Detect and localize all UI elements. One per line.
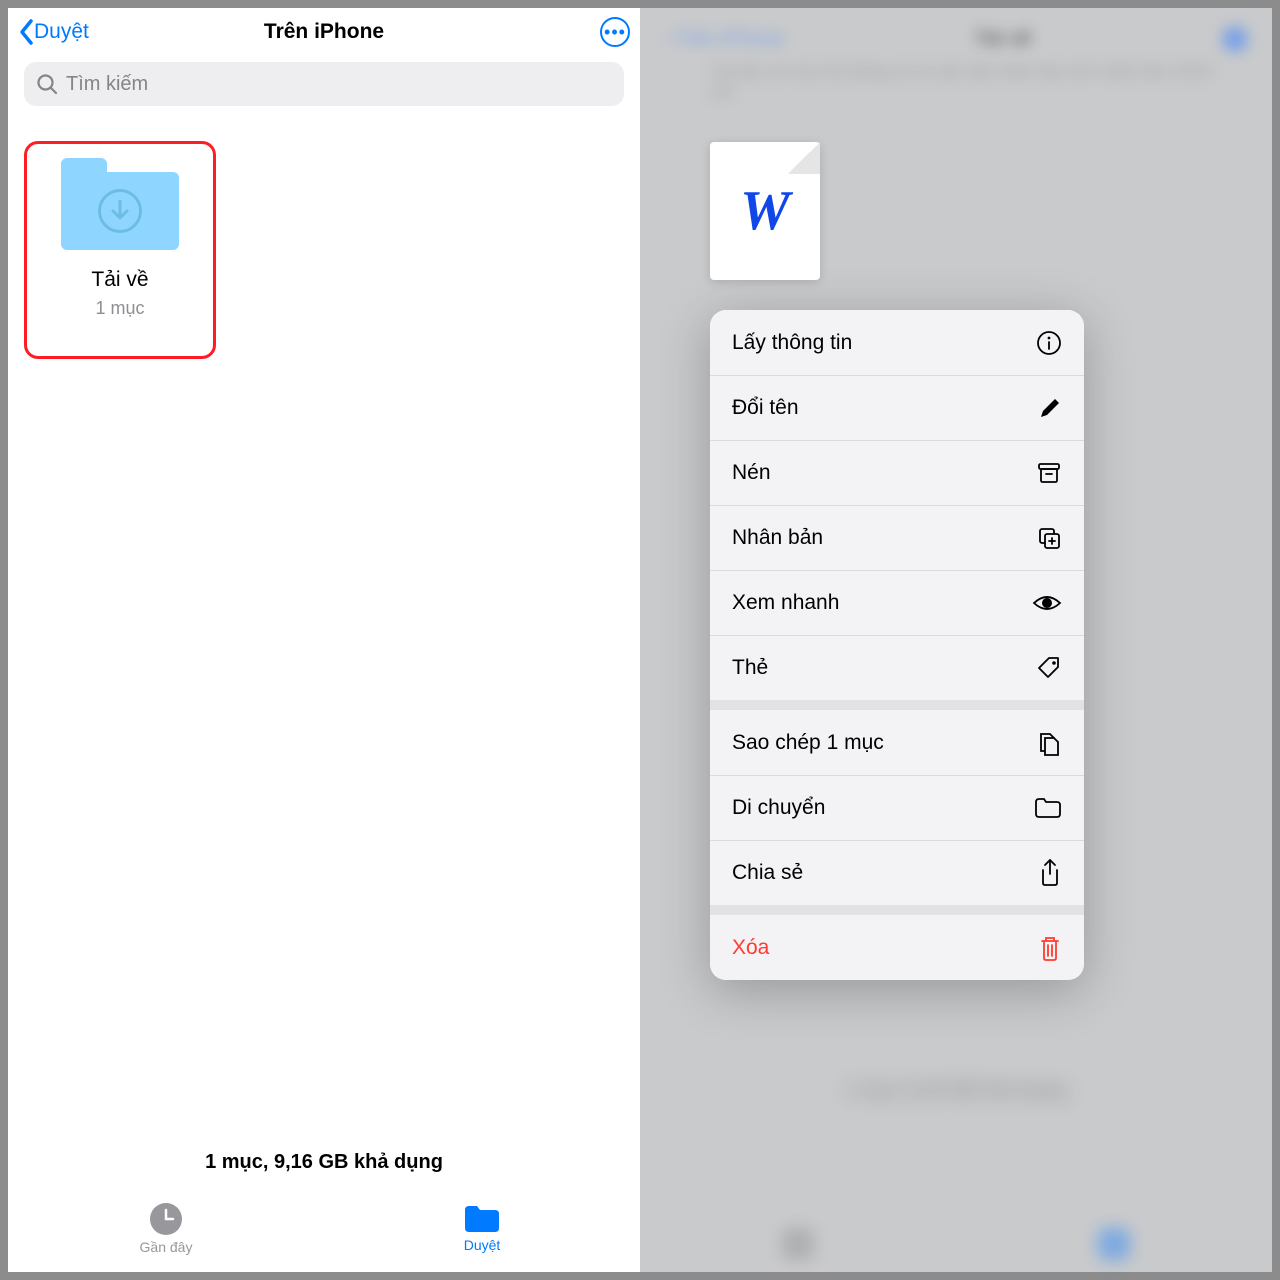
menu-compress[interactable]: Nén <box>710 440 1084 505</box>
storage-info: 1 mục, 9,16 GB khả dụng <box>8 1131 640 1184</box>
menu-share-label: Chia sẻ <box>732 861 803 885</box>
menu-copy[interactable]: Sao chép 1 mục <box>710 710 1084 775</box>
context-menu: Lấy thông tin Đổi tên Nén Nhân bản Xem n… <box>710 310 1084 980</box>
context-menu-screen: ‹ Trên iPhone Tải về Tài liệu về các hệ … <box>640 0 1280 1280</box>
menu-duplicate[interactable]: Nhân bản <box>710 505 1084 570</box>
menu-copy-label: Sao chép 1 mục <box>732 731 884 755</box>
folder-name: Tải về <box>91 268 148 292</box>
page-title: Trên iPhone <box>8 20 640 44</box>
word-letter: W <box>740 179 790 243</box>
back-label: Duyệt <box>34 20 89 44</box>
menu-move-label: Di chuyển <box>732 796 825 820</box>
download-arrow-icon <box>110 200 130 222</box>
info-icon <box>1036 330 1062 356</box>
menu-compress-label: Nén <box>732 461 771 485</box>
copy-doc-icon <box>1036 729 1062 757</box>
tab-browse[interactable]: Duyệt <box>324 1184 640 1272</box>
tab-recent-label: Gần đây <box>140 1239 193 1255</box>
back-button[interactable]: Duyệt <box>18 18 89 46</box>
search-placeholder: Tìm kiếm <box>66 73 148 96</box>
tab-bar: Gần đây Duyệt <box>8 1184 640 1272</box>
menu-tag[interactable]: Thẻ <box>710 635 1084 700</box>
menu-get-info-label: Lấy thông tin <box>732 331 852 355</box>
menu-move[interactable]: Di chuyển <box>710 775 1084 840</box>
blurred-tabs <box>640 1228 1272 1260</box>
menu-share[interactable]: Chia sẻ <box>710 840 1084 905</box>
more-button[interactable]: ••• <box>600 17 630 47</box>
menu-rename-label: Đổi tên <box>732 396 799 420</box>
menu-separator <box>710 700 1084 710</box>
menu-quicklook-label: Xem nhanh <box>732 591 839 615</box>
folder-icon <box>61 158 179 250</box>
menu-delete-label: Xóa <box>732 936 769 960</box>
nav-bar: Duyệt Trên iPhone ••• <box>8 8 640 56</box>
pencil-icon <box>1038 396 1062 420</box>
eye-icon <box>1032 593 1062 613</box>
menu-tag-label: Thẻ <box>732 656 768 680</box>
clock-icon <box>149 1202 183 1236</box>
menu-rename[interactable]: Đổi tên <box>710 375 1084 440</box>
duplicate-icon <box>1036 525 1062 551</box>
folder-downloads[interactable]: Tải về 1 mục <box>24 141 216 359</box>
menu-quicklook[interactable]: Xem nhanh <box>710 570 1084 635</box>
search-bar[interactable]: Tìm kiếm <box>24 62 624 106</box>
tab-browse-label: Duyệt <box>464 1237 501 1253</box>
content-grid: Tải về 1 mục <box>8 111 640 1131</box>
archive-icon <box>1036 460 1062 486</box>
blurred-subtitle: Tài liệu về các hệ thống xử lý văn bản h… <box>640 62 1272 102</box>
blurred-footer-info: 1 mục 9,16 GB khả dụng <box>640 1080 1272 1102</box>
menu-duplicate-label: Nhân bản <box>732 526 823 550</box>
tab-recent[interactable]: Gần đây <box>8 1184 324 1272</box>
menu-get-info[interactable]: Lấy thông tin <box>710 310 1084 375</box>
tag-icon <box>1036 655 1062 681</box>
folder-tab-icon <box>463 1204 501 1234</box>
files-browse-screen: Duyệt Trên iPhone ••• Tìm kiếm Tải về 1 … <box>0 0 640 1280</box>
file-word-icon[interactable]: W <box>710 142 820 280</box>
menu-delete[interactable]: Xóa <box>710 915 1084 980</box>
folder-move-icon <box>1034 797 1062 819</box>
search-icon <box>36 73 58 95</box>
trash-icon <box>1038 934 1062 962</box>
menu-separator <box>710 905 1084 915</box>
share-icon <box>1038 858 1062 888</box>
folder-subtitle: 1 mục <box>95 298 144 319</box>
blurred-nav: ‹ Trên iPhone Tải về <box>640 8 1272 62</box>
